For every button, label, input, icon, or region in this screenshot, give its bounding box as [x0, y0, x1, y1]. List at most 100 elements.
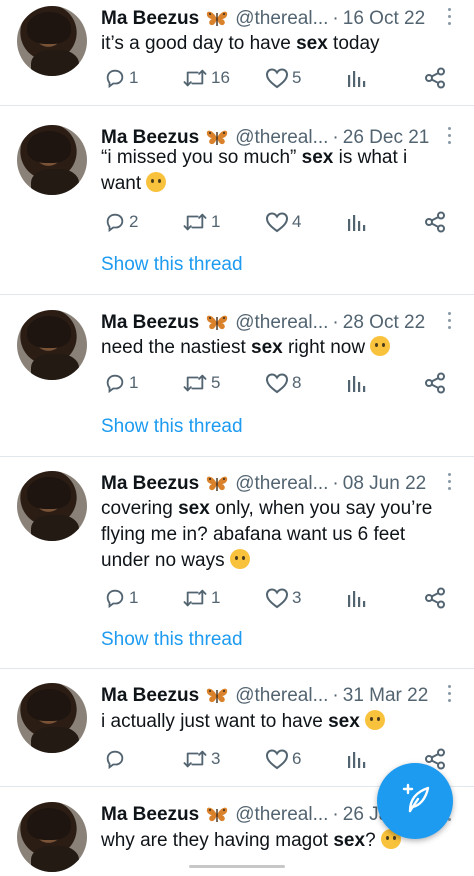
timestamp[interactable]: 31 Mar 22 [343, 685, 429, 707]
tweet-text-part: i actually just want to have [101, 711, 329, 732]
share-button[interactable] [421, 67, 446, 89]
home-indicator [189, 865, 285, 868]
tweet-actions: 1 5 8 [101, 372, 451, 398]
heart-icon [265, 372, 289, 394]
like-button[interactable]: 3 [262, 587, 301, 609]
reply-button[interactable]: 1 [101, 372, 138, 394]
share-icon [424, 372, 446, 394]
retweet-count: 1 [211, 212, 221, 231]
reply-button[interactable]: 1 [101, 587, 138, 609]
like-button[interactable]: 5 [262, 67, 301, 89]
tweet-header: Ma Beezus @thereal... · 16 Oct 22 [101, 6, 452, 32]
show-thread-link[interactable]: Show this thread [101, 629, 243, 651]
more-icon[interactable] [446, 685, 452, 702]
tweet-text-part: ? [365, 830, 376, 851]
tweet-actions: 1 1 3 [101, 587, 451, 613]
tweet-text-part: right now [282, 337, 366, 358]
analytics-button[interactable] [343, 587, 366, 609]
analytics-icon [346, 372, 366, 394]
share-icon [424, 67, 446, 89]
tweet-header: Ma Beezus @thereal... · 28 Oct 22 [101, 310, 452, 336]
like-button[interactable]: 8 [262, 372, 301, 394]
handle: @thereal... [235, 804, 329, 825]
crying-face-emoji-icon [146, 172, 167, 192]
tweet-text-part: “i missed you so much” [101, 147, 302, 168]
reply-count: 1 [129, 68, 139, 87]
analytics-button[interactable] [343, 748, 366, 770]
more-icon[interactable] [446, 312, 452, 329]
share-icon [424, 211, 446, 233]
handle: @thereal... [235, 685, 329, 706]
tweet-text-part: need the nastiest [101, 337, 251, 358]
separator-dot: · [332, 8, 339, 29]
tweet-text-part: it’s a good day to have [101, 33, 297, 54]
reply-icon [104, 211, 126, 233]
retweet-button[interactable]: 5 [179, 372, 220, 394]
analytics-icon [346, 587, 366, 609]
retweet-button[interactable]: 1 [179, 211, 220, 233]
tweet-text: “i missed you so much” sex is what i wan… [101, 145, 450, 197]
timestamp[interactable]: 16 Oct 22 [343, 8, 425, 30]
retweet-count: 16 [211, 68, 230, 87]
reply-button[interactable] [101, 748, 129, 770]
timestamp[interactable]: 28 Oct 22 [343, 312, 425, 334]
display-name[interactable]: Ma Beezus [101, 473, 199, 495]
tweet-header: Ma Beezus @thereal... · 31 Mar 22 [101, 683, 452, 709]
like-count: 8 [292, 373, 302, 392]
highlighted-keyword: sex [333, 830, 366, 851]
handle: @thereal... [235, 312, 329, 333]
more-icon[interactable] [446, 8, 452, 25]
avatar[interactable] [17, 125, 87, 195]
analytics-icon [346, 211, 366, 233]
avatar[interactable] [17, 683, 87, 753]
highlighted-keyword: sex [301, 147, 334, 168]
tweet[interactable]: Ma Beezus @thereal... · 28 Oct 22 need the n… [0, 295, 474, 457]
display-name[interactable]: Ma Beezus [101, 312, 199, 334]
display-name[interactable]: Ma Beezus [101, 8, 199, 30]
display-name[interactable]: Ma Beezus [101, 685, 199, 707]
butterfly-emoji-icon [205, 805, 229, 825]
reply-icon [104, 748, 126, 770]
analytics-button[interactable] [343, 67, 366, 89]
analytics-button[interactable] [343, 372, 366, 394]
reply-button[interactable]: 2 [101, 211, 138, 233]
like-button[interactable]: 4 [262, 211, 301, 233]
avatar[interactable] [17, 471, 87, 541]
share-button[interactable] [421, 211, 446, 233]
timestamp[interactable]: 08 Jun 22 [343, 473, 426, 495]
retweet-button[interactable]: 16 [179, 67, 230, 89]
butterfly-emoji-icon [205, 474, 229, 494]
reply-count: 2 [129, 212, 139, 231]
tweet-text: i actually just want to have sex [101, 709, 450, 735]
show-thread-link[interactable]: Show this thread [101, 416, 243, 438]
avatar[interactable] [17, 310, 87, 380]
tweet[interactable]: Ma Beezus @thereal... · 08 Jun 22 covering s… [0, 457, 474, 669]
separator-dot: · [332, 473, 339, 494]
handle: @thereal... [235, 8, 329, 29]
share-icon [424, 587, 446, 609]
heart-icon [265, 748, 289, 770]
analytics-button[interactable] [343, 211, 366, 233]
share-button[interactable] [421, 587, 446, 609]
reply-button[interactable]: 1 [101, 67, 138, 89]
tweet[interactable]: Ma Beezus @thereal... · 26 Dec 21 “i missed … [0, 106, 474, 295]
tweet[interactable]: Ma Beezus @thereal... · 16 Oct 22 it’s a goo… [0, 0, 474, 106]
more-icon[interactable] [446, 473, 452, 490]
show-thread-link[interactable]: Show this thread [101, 254, 243, 276]
butterfly-emoji-icon [205, 313, 229, 333]
retweet-icon [182, 211, 208, 233]
retweet-icon [182, 587, 208, 609]
avatar[interactable] [17, 802, 87, 872]
tweet-text-part: why are they having magot [101, 830, 334, 851]
heart-icon [265, 67, 289, 89]
compose-tweet-button[interactable] [377, 763, 453, 839]
like-button[interactable]: 6 [262, 748, 301, 770]
retweet-button[interactable]: 3 [179, 748, 220, 770]
display-name[interactable]: Ma Beezus [101, 804, 199, 826]
retweet-button[interactable]: 1 [179, 587, 220, 609]
tweet-text: covering sex only, when you say you’re f… [101, 496, 450, 574]
like-count: 4 [292, 212, 302, 231]
more-icon[interactable] [446, 127, 452, 144]
share-button[interactable] [421, 372, 446, 394]
avatar[interactable] [17, 6, 87, 76]
